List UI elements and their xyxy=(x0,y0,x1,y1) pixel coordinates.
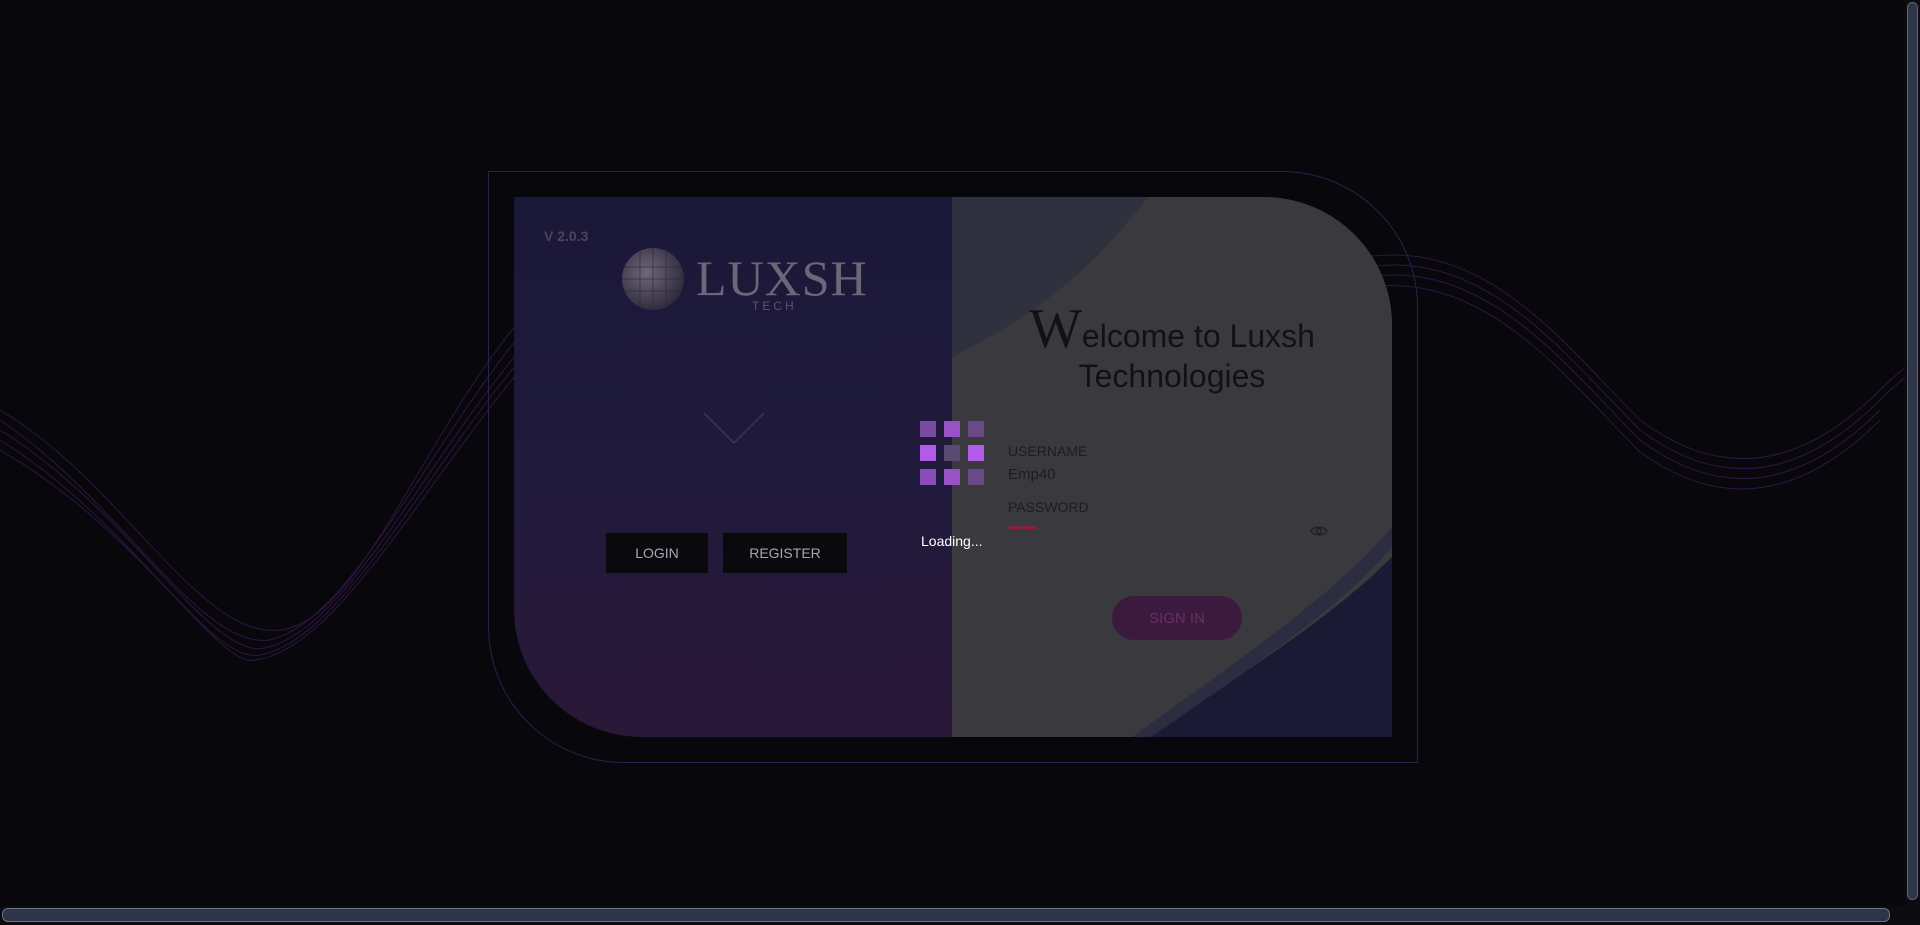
loader-square xyxy=(920,421,936,437)
vertical-scrollbar-thumb[interactable] xyxy=(1907,2,1918,900)
loader-square xyxy=(968,445,984,461)
loader-square xyxy=(944,421,960,437)
sign-in-button[interactable]: SIGN IN xyxy=(1112,596,1242,640)
welcome-heading: Welcome to Luxsh Technologies xyxy=(952,301,1392,396)
logo-subtitle: TECH xyxy=(752,299,797,313)
username-field[interactable]: Emp40 xyxy=(1008,466,1056,483)
login-screen: V 2.0.3 LUXSH TECH LOGIN REGISTER Welcom… xyxy=(0,0,1920,925)
password-field[interactable]: •••••••• xyxy=(1008,520,1037,535)
eye-icon[interactable] xyxy=(1310,524,1328,538)
globe-logo-icon xyxy=(622,248,684,310)
loading-spinner xyxy=(920,421,986,487)
loader-square xyxy=(944,469,960,485)
card-left-panel: V 2.0.3 LUXSH TECH LOGIN REGISTER xyxy=(514,197,952,737)
loader-square xyxy=(920,469,936,485)
register-button[interactable]: REGISTER xyxy=(723,533,847,573)
welcome-initial: W xyxy=(1029,298,1082,360)
welcome-line1: elcome to Luxsh xyxy=(1081,318,1315,354)
loader-square xyxy=(968,469,984,485)
login-button[interactable]: LOGIN xyxy=(606,533,708,573)
password-label: PASSWORD xyxy=(1008,499,1089,515)
horizontal-scrollbar-thumb[interactable] xyxy=(2,908,1890,922)
welcome-line2: Technologies xyxy=(1078,358,1266,394)
loading-text: Loading... xyxy=(921,533,983,549)
version-label: V 2.0.3 xyxy=(544,228,589,244)
loader-square xyxy=(944,445,960,461)
loader-square xyxy=(968,421,984,437)
username-label: USERNAME xyxy=(1008,443,1088,459)
chevron-down-icon xyxy=(703,412,765,445)
loader-square xyxy=(920,445,936,461)
card-right-panel: Welcome to Luxsh Technologies USERNAME E… xyxy=(952,197,1392,737)
